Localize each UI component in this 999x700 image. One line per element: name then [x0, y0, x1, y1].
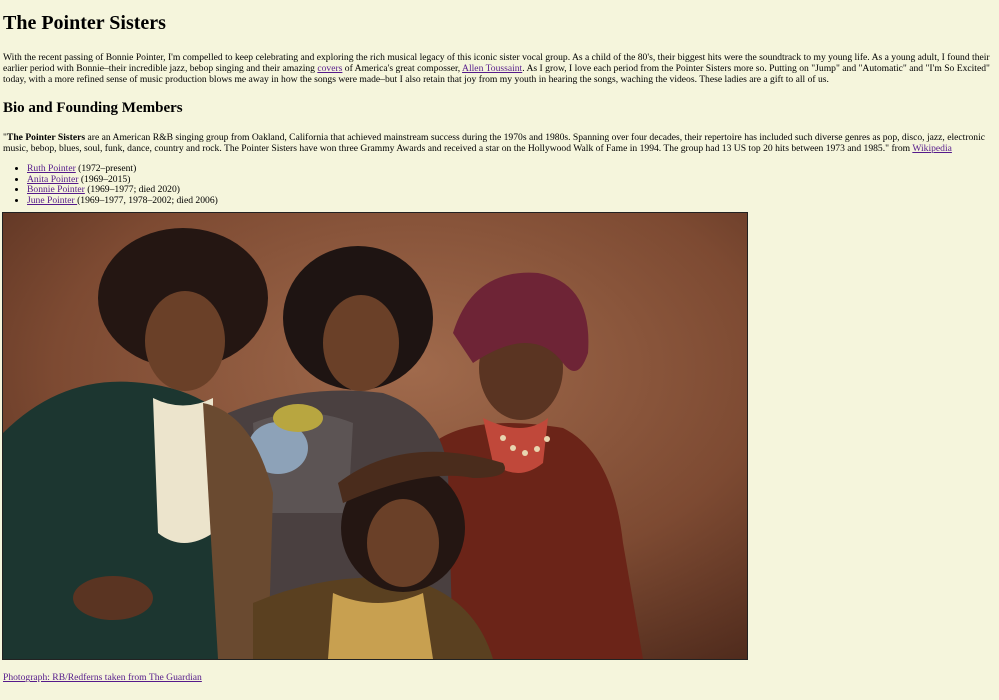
intro-text-2: of America's great composser,	[342, 63, 463, 74]
member-link-bonnie[interactable]: Bonnie Pointer	[27, 184, 85, 195]
page-content: The Pointer Sisters With the recent pass…	[0, 12, 999, 683]
bio-text: are an American R&B singing group from O…	[3, 132, 986, 154]
group-photo-illustration	[3, 213, 747, 660]
intro-paragraph: With the recent passing of Bonnie Pointe…	[3, 52, 997, 85]
photo-credit-line: Photograph: RB/Redferns taken from The G…	[3, 672, 997, 683]
member-years: (1972–present)	[75, 163, 137, 174]
bio-heading: Bio and Founding Members	[3, 100, 183, 116]
members-list: Ruth Pointer (1972–present) Anita Pointe…	[3, 163, 997, 207]
list-item: Ruth Pointer (1972–present)	[27, 163, 997, 175]
member-years: (1969–2015)	[78, 173, 131, 185]
member-years: (1969–1977, 1978–2002; died 2006)	[77, 194, 218, 206]
allen-toussaint-link[interactable]: Allen Toussaint	[462, 63, 522, 74]
list-item: June Pointer (1969–1977, 1978–2002; died…	[27, 194, 997, 207]
page-title: The Pointer Sisters	[3, 12, 166, 34]
member-link-anita[interactable]: Anita Pointer	[27, 174, 78, 185]
member-years: (1969–1977; died 2020)	[84, 184, 180, 196]
member-link-ruth[interactable]: Ruth Pointer	[27, 163, 76, 174]
member-link-june[interactable]: June Pointer	[27, 195, 77, 206]
bio-paragraph: "The Pointer Sisters are an American R&B…	[3, 132, 997, 154]
covers-link[interactable]: covers	[317, 63, 342, 74]
bio-bold-name: The Pointer Sisters	[6, 132, 86, 143]
photo-credit-link[interactable]: Photograph: RB/Redferns taken from The G…	[3, 672, 202, 683]
group-photo	[2, 212, 748, 661]
wikipedia-link[interactable]: Wikipedia	[912, 143, 952, 154]
